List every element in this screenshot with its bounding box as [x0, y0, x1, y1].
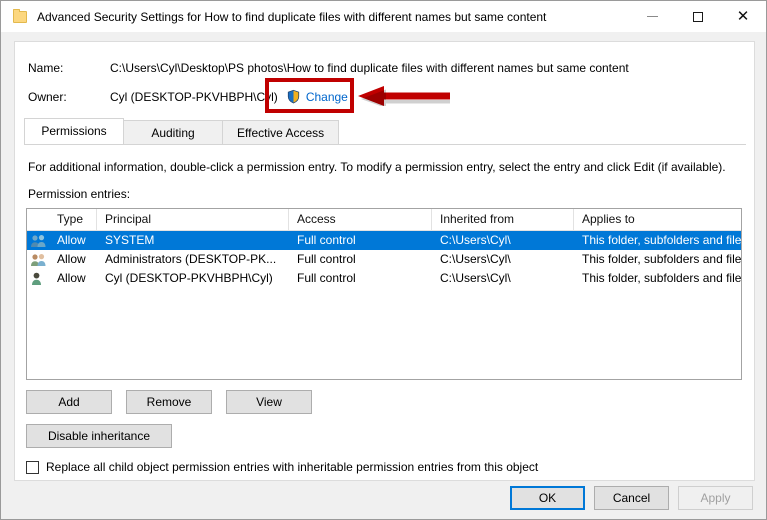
cell-type: Allow: [57, 252, 86, 266]
name-row: Name: C:\Users\Cyl\Desktop\PS photos\How…: [28, 61, 629, 75]
column-header-access[interactable]: Access: [289, 209, 432, 230]
column-header-applies-to[interactable]: Applies to: [574, 209, 741, 230]
row-principal-icon-cell: [27, 233, 49, 248]
title-bar[interactable]: Advanced Security Settings for How to fi…: [1, 1, 766, 32]
cell-applies-to: This folder, subfolders and files: [582, 271, 741, 285]
cancel-button[interactable]: Cancel: [594, 486, 669, 510]
replace-child-permissions-checkbox[interactable]: [26, 460, 39, 474]
owner-value: Cyl (DESKTOP-PKVHBPH\Cyl): [110, 89, 278, 104]
advanced-security-settings-window: Advanced Security Settings for How to fi…: [0, 0, 767, 520]
footer-buttons: OK Cancel Apply: [510, 486, 753, 510]
close-button[interactable]: ✕: [720, 1, 766, 32]
column-header-inherited-from[interactable]: Inherited from: [432, 209, 574, 230]
change-link-label[interactable]: Change: [306, 90, 348, 104]
column-header-principal[interactable]: Principal: [97, 209, 289, 230]
row-principal-icon-cell: [27, 252, 49, 267]
owner-row: Owner: Cyl (DESKTOP-PKVHBPH\Cyl) Change: [28, 89, 348, 104]
row-principal-icon-cell: [27, 271, 49, 286]
cell-principal: Cyl (DESKTOP-PKVHBPH\Cyl): [105, 271, 273, 285]
tab-auditing-label: Auditing: [151, 126, 195, 140]
cell-principal: SYSTEM: [105, 233, 155, 247]
dialog-footer: OK Cancel Apply: [1, 481, 766, 519]
remove-button[interactable]: Remove: [126, 390, 212, 414]
permission-entries-label: Permission entries:: [28, 187, 131, 201]
cell-inherited-from: C:\Users\Cyl\: [440, 252, 511, 266]
entry-action-buttons: Add Remove View: [26, 390, 312, 414]
cell-inherited-from: C:\Users\Cyl\: [440, 271, 511, 285]
group-icon: [31, 235, 46, 247]
cell-applies-to: This folder, subfolders and files: [582, 233, 741, 247]
tab-permissions-label: Permissions: [41, 124, 107, 138]
cell-access: Full control: [297, 233, 356, 247]
add-button[interactable]: Add: [26, 390, 112, 414]
window-controls: ✕: [630, 1, 766, 32]
disable-inheritance-button[interactable]: Disable inheritance: [26, 424, 172, 448]
table-row[interactable]: Allow SYSTEM Full control C:\Users\Cyl\ …: [27, 231, 741, 250]
replace-child-permissions-label: Replace all child object permission entr…: [46, 460, 539, 474]
table-row[interactable]: Allow Cyl (DESKTOP-PKVHBPH\Cyl) Full con…: [27, 269, 741, 288]
header-icon-spacer: [27, 209, 49, 230]
cell-inherited-from: C:\Users\Cyl\: [440, 233, 511, 247]
maximize-icon: [692, 11, 703, 22]
apply-button: Apply: [678, 486, 753, 510]
tab-permissions[interactable]: Permissions: [24, 118, 124, 144]
cell-applies-to: This folder, subfolders and files: [582, 252, 741, 266]
replace-child-permissions-row[interactable]: Replace all child object permission entr…: [26, 460, 538, 474]
folder-icon: [12, 8, 28, 25]
change-owner-link[interactable]: Change: [286, 89, 348, 104]
permission-entries-list[interactable]: Type Principal Access Inherited from App…: [26, 208, 742, 380]
description-text: For additional information, double-click…: [28, 160, 726, 174]
user-icon: [32, 272, 41, 285]
table-header-row: Type Principal Access Inherited from App…: [27, 209, 741, 231]
owner-label: Owner:: [28, 89, 67, 104]
tab-auditing[interactable]: Auditing: [123, 120, 223, 144]
name-value: C:\Users\Cyl\Desktop\PS photos\How to fi…: [110, 61, 629, 75]
tab-effective-access-label: Effective Access: [237, 126, 325, 140]
cell-type: Allow: [57, 233, 86, 247]
content-panel: Name: C:\Users\Cyl\Desktop\PS photos\How…: [14, 41, 755, 481]
close-icon: ✕: [736, 7, 750, 25]
maximize-button[interactable]: [675, 1, 720, 32]
table-row[interactable]: Allow Administrators (DESKTOP-PK... Full…: [27, 250, 741, 269]
view-button[interactable]: View: [226, 390, 312, 414]
tab-effective-access[interactable]: Effective Access: [222, 120, 340, 144]
minimize-button[interactable]: [630, 1, 675, 32]
column-header-type[interactable]: Type: [49, 209, 97, 230]
cell-principal: Administrators (DESKTOP-PK...: [105, 252, 277, 266]
name-label: Name:: [28, 61, 64, 75]
group-icon: [31, 254, 46, 266]
minimize-icon: [647, 16, 658, 17]
uac-shield-icon: [287, 89, 299, 104]
window-title: Advanced Security Settings for How to fi…: [37, 9, 547, 24]
cell-type: Allow: [57, 271, 86, 285]
cell-access: Full control: [297, 252, 356, 266]
cell-access: Full control: [297, 271, 356, 285]
tab-strip: Permissions Auditing Effective Access: [24, 118, 746, 145]
ok-button[interactable]: OK: [510, 486, 585, 510]
